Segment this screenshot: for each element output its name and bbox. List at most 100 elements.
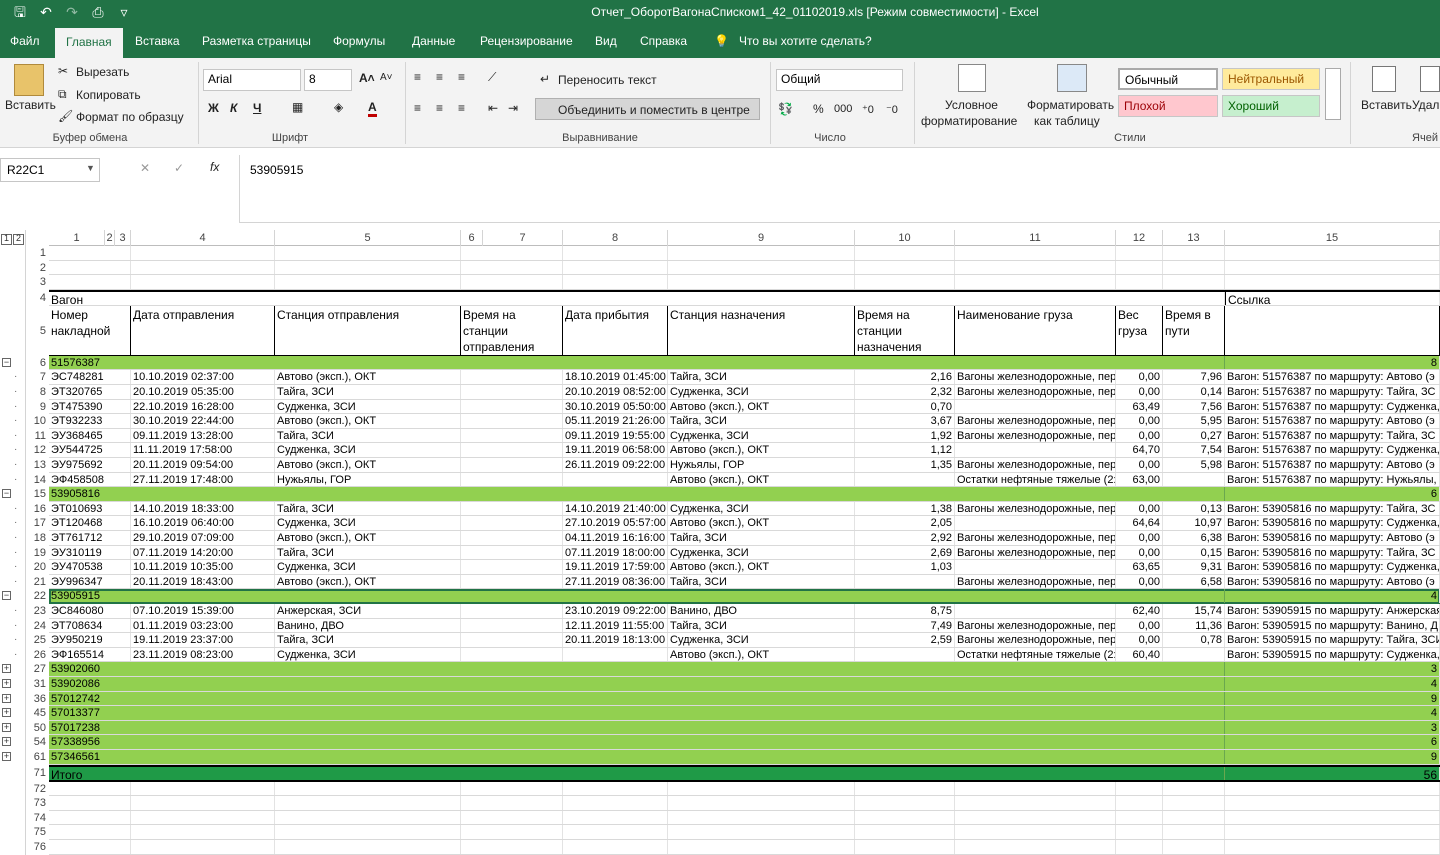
- empty-cell[interactable]: [1116, 825, 1163, 839]
- empty-cell[interactable]: [461, 825, 563, 839]
- row-number[interactable]: 11: [26, 429, 49, 444]
- table-cell[interactable]: [855, 647, 955, 662]
- align-right-icon[interactable]: ≡: [458, 101, 465, 115]
- table-cell[interactable]: Вагон: 53905816 по маршруту: Автово (э: [1225, 531, 1440, 545]
- table-cell[interactable]: 30.10.2019 22:44:00: [131, 414, 275, 428]
- tell-me-icon[interactable]: 💡: [712, 25, 731, 58]
- empty-cell[interactable]: [461, 275, 563, 289]
- empty-cell[interactable]: [1225, 275, 1440, 289]
- tab-page-layout[interactable]: Разметка страницы: [200, 25, 313, 58]
- row-number[interactable]: 9: [26, 400, 49, 415]
- empty-cell[interactable]: [461, 246, 563, 260]
- empty-cell[interactable]: [668, 246, 855, 260]
- table-cell[interactable]: 0,00: [1116, 545, 1163, 560]
- column-header[interactable]: 2: [105, 230, 115, 246]
- column-title-cell[interactable]: Время на станции отправления: [461, 305, 563, 355]
- table-cell[interactable]: 0,13: [1163, 501, 1225, 516]
- empty-cell[interactable]: [131, 260, 275, 275]
- empty-cell[interactable]: [668, 275, 855, 289]
- expand-group-button[interactable]: +: [2, 752, 11, 761]
- wrap-text-button[interactable]: Переносить текст: [558, 73, 657, 87]
- empty-cell[interactable]: [563, 246, 668, 260]
- empty-cell[interactable]: [1225, 260, 1440, 275]
- empty-cell[interactable]: [275, 840, 461, 854]
- table-cell[interactable]: ЭС846080: [49, 604, 131, 618]
- decrease-indent-icon[interactable]: ⇤: [488, 101, 498, 115]
- row-number[interactable]: 27: [26, 662, 49, 677]
- tab-review[interactable]: Рецензирование: [478, 25, 575, 58]
- format-as-table-icon[interactable]: [1057, 64, 1087, 92]
- table-cell[interactable]: Вагоны железнодорожные, пере: [955, 633, 1116, 647]
- name-box[interactable]: R22C1: [0, 158, 100, 182]
- column-header[interactable]: 3: [115, 230, 131, 246]
- table-cell[interactable]: 62,40: [1116, 604, 1163, 618]
- table-cell[interactable]: Тайга, ЗСИ: [275, 501, 461, 516]
- empty-cell[interactable]: [1116, 246, 1163, 260]
- outline-level-2-button[interactable]: 2: [13, 234, 24, 245]
- empty-cell[interactable]: [1163, 825, 1225, 839]
- table-cell[interactable]: Тайга, ЗСИ: [275, 633, 461, 647]
- row-number[interactable]: 3: [26, 275, 49, 290]
- empty-cell[interactable]: [855, 275, 955, 289]
- table-cell[interactable]: 0,00: [1116, 414, 1163, 428]
- empty-cell[interactable]: [855, 825, 955, 839]
- table-cell[interactable]: Вагоны железнодорожные, пере: [955, 385, 1116, 399]
- empty-cell[interactable]: [49, 810, 131, 825]
- group-id-cell[interactable]: 57338956: [49, 735, 1225, 749]
- row-number[interactable]: 7: [26, 370, 49, 385]
- table-cell[interactable]: 63,00: [1116, 472, 1163, 487]
- table-cell[interactable]: [563, 472, 668, 487]
- tab-view[interactable]: Вид: [593, 25, 619, 58]
- column-title-cell[interactable]: Дата прибытия: [563, 305, 668, 355]
- table-cell[interactable]: 10.10.2019 02:37:00: [131, 370, 275, 384]
- table-cell[interactable]: [461, 501, 563, 516]
- table-cell[interactable]: [955, 443, 1116, 457]
- empty-cell[interactable]: [955, 796, 1116, 810]
- row-number[interactable]: 16: [26, 502, 49, 517]
- empty-cell[interactable]: [1116, 796, 1163, 810]
- table-cell[interactable]: 0,14: [1163, 385, 1225, 399]
- empty-cell[interactable]: [275, 825, 461, 839]
- table-cell[interactable]: 27.11.2019 08:36:00: [563, 574, 668, 589]
- empty-cell[interactable]: [1116, 260, 1163, 275]
- grow-font-icon[interactable]: A˄: [359, 71, 375, 85]
- group-count-cell[interactable]: 56: [1225, 766, 1440, 780]
- empty-cell[interactable]: [131, 781, 275, 796]
- link-title-cell[interactable]: [1225, 305, 1440, 355]
- table-cell[interactable]: ЭУ470538: [49, 560, 131, 574]
- row-number[interactable]: 17: [26, 516, 49, 531]
- copy-button[interactable]: Копировать: [76, 88, 141, 102]
- row-number[interactable]: 12: [26, 443, 49, 458]
- merge-center-button[interactable]: Объединить и поместить в центре: [558, 103, 750, 117]
- row-number[interactable]: 26: [26, 648, 49, 663]
- table-cell[interactable]: Автово (эксп.), ОКТ: [275, 574, 461, 589]
- table-cell[interactable]: 07.10.2019 15:39:00: [131, 604, 275, 618]
- table-cell[interactable]: [461, 633, 563, 647]
- table-cell[interactable]: 10,97: [1163, 516, 1225, 530]
- empty-cell[interactable]: [955, 840, 1116, 854]
- empty-cell[interactable]: [1225, 825, 1440, 839]
- tab-data[interactable]: Данные: [410, 25, 457, 58]
- empty-cell[interactable]: [855, 260, 955, 275]
- table-cell[interactable]: Тайга, ЗСИ: [275, 545, 461, 560]
- expand-group-button[interactable]: +: [2, 722, 11, 732]
- orientation-icon[interactable]: ⟋: [488, 70, 496, 85]
- table-cell[interactable]: 0,00: [1116, 458, 1163, 472]
- wrap-text-icon[interactable]: ↵: [540, 72, 550, 86]
- table-cell[interactable]: ЭТ120468: [49, 516, 131, 530]
- table-cell[interactable]: Автово (эксп.), ОКТ: [275, 458, 461, 472]
- empty-cell[interactable]: [563, 810, 668, 825]
- shrink-font-icon[interactable]: A˅: [380, 72, 393, 83]
- underline-button[interactable]: Ч: [253, 101, 261, 115]
- table-cell[interactable]: 14.10.2019 18:33:00: [131, 501, 275, 516]
- expand-group-button[interactable]: +: [2, 737, 11, 747]
- table-cell[interactable]: Судженка, ЗСИ: [668, 385, 855, 399]
- table-cell[interactable]: 0,00: [1116, 501, 1163, 516]
- table-cell[interactable]: Вагон: 53905816 по маршруту: Судженка,: [1225, 560, 1440, 574]
- increase-indent-icon[interactable]: ⇥: [508, 101, 518, 115]
- table-cell[interactable]: ЭТ708634: [49, 618, 131, 633]
- table-cell[interactable]: Вагон: 51576387 по маршруту: Автово (э: [1225, 370, 1440, 384]
- table-cell[interactable]: 20.10.2019 05:35:00: [131, 385, 275, 399]
- table-cell[interactable]: 7,54: [1163, 443, 1225, 457]
- column-header[interactable]: 7: [483, 230, 563, 246]
